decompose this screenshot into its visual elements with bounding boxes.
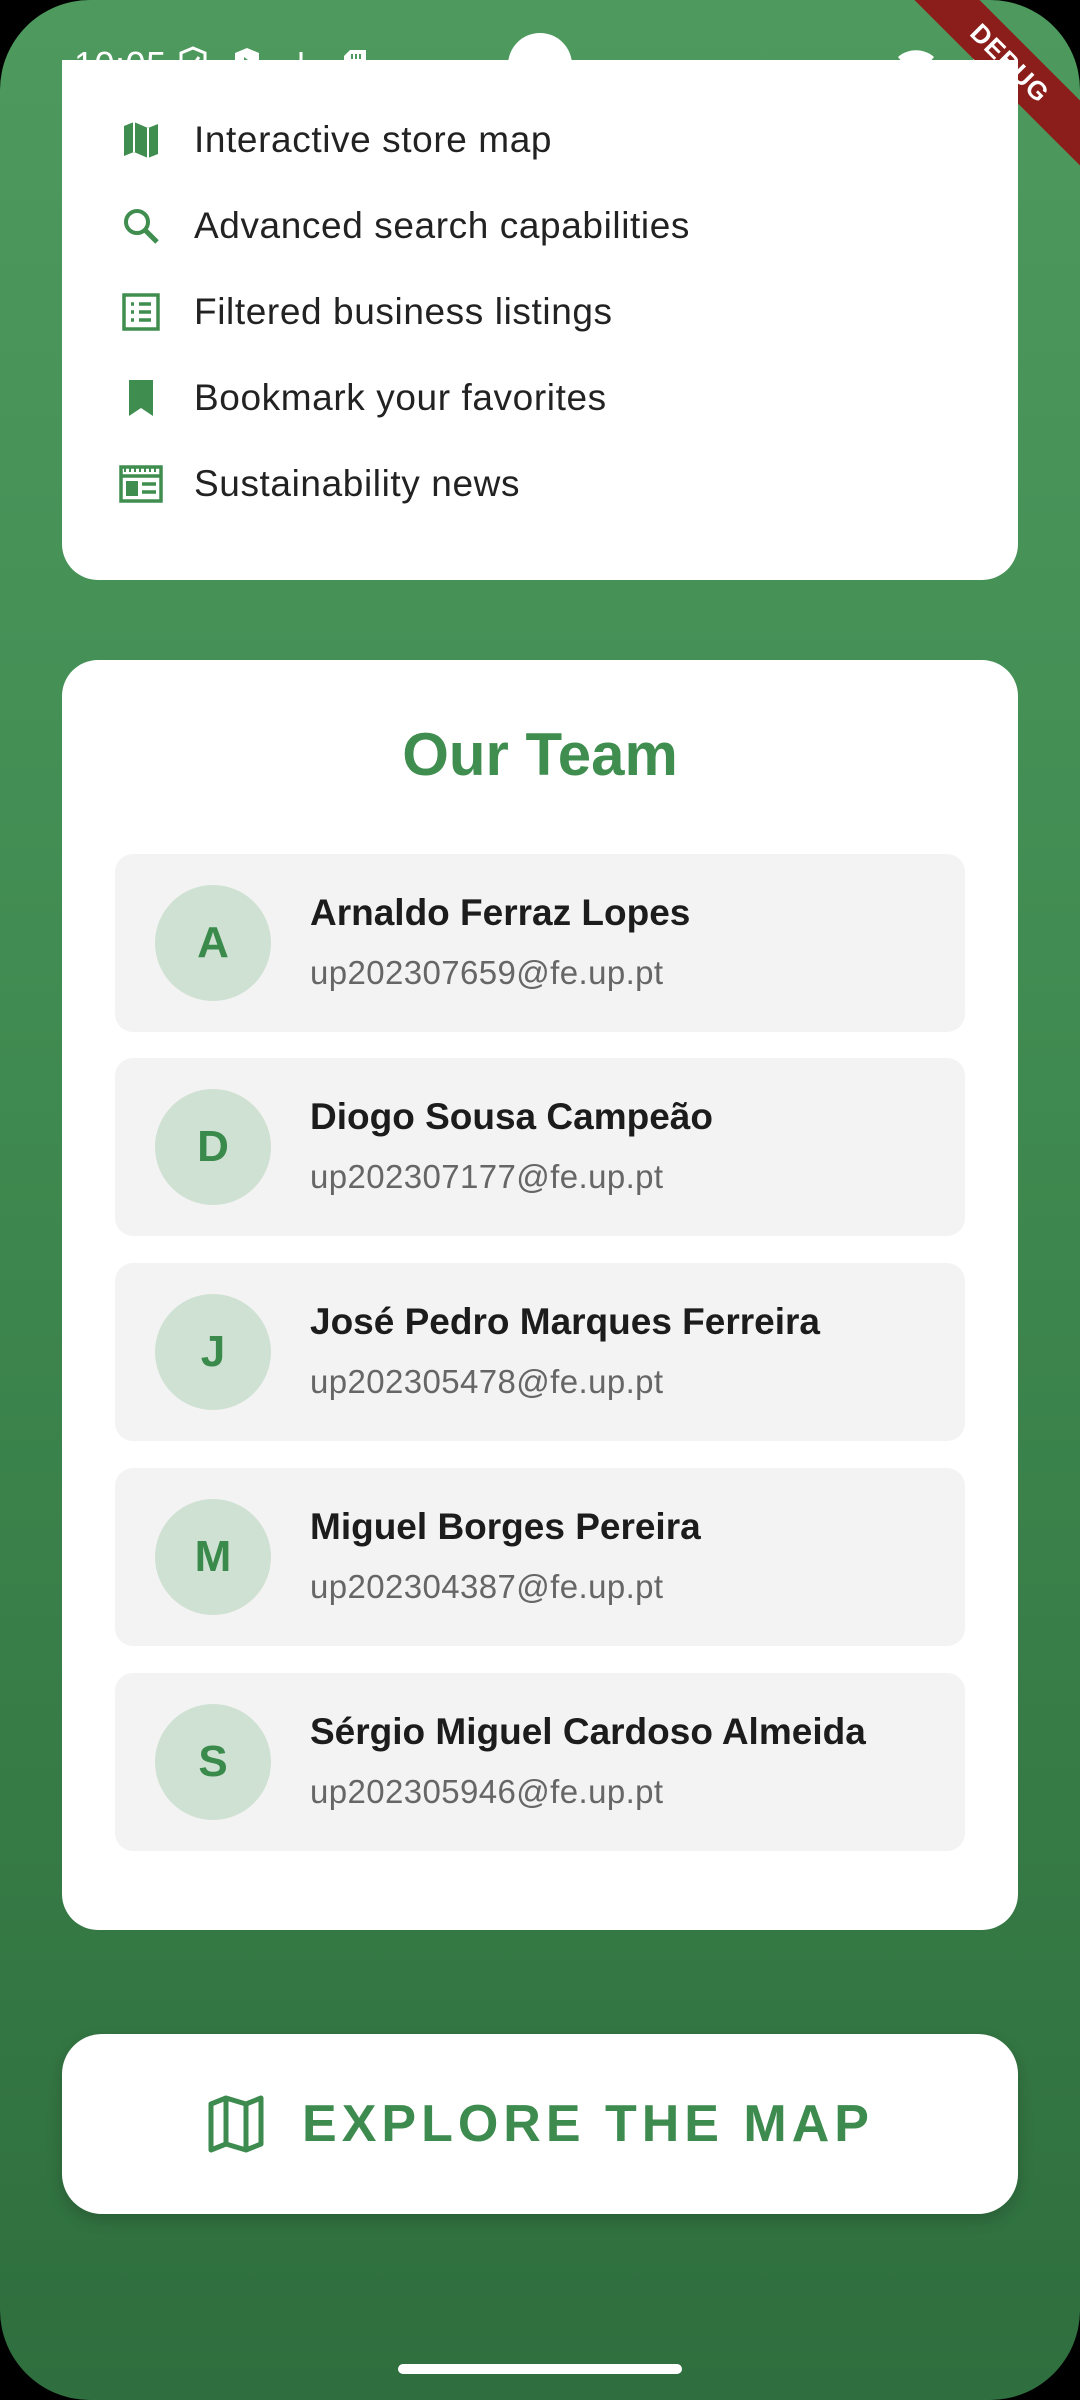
list-icon (118, 289, 164, 335)
team-member-card: M Miguel Borges Pereira up202304387@fe.u… (115, 1468, 965, 1646)
avatar: A (155, 885, 271, 1001)
feature-label: Interactive store map (194, 119, 553, 160)
member-email: up202307177@fe.up.pt (310, 1158, 664, 1195)
explore-map-label: EXPLORE THE MAP (302, 2095, 874, 2153)
team-member-card: J José Pedro Marques Ferreira up20230547… (115, 1263, 965, 1441)
map-icon (118, 117, 164, 163)
member-email: up202305946@fe.up.pt (310, 1773, 664, 1810)
member-name: Sérgio Miguel Cardoso Almeida (310, 1711, 866, 1752)
app-screen: 10:05 DEBU (0, 0, 1080, 2400)
team-title: Our Team (402, 721, 678, 788)
feature-label: Filtered business listings (194, 291, 613, 332)
member-name: Miguel Borges Pereira (310, 1506, 701, 1547)
team-member-card: A Arnaldo Ferraz Lopes up202307659@fe.up… (115, 854, 965, 1032)
bookmark-icon (118, 375, 164, 421)
avatar: S (155, 1704, 271, 1820)
feature-label: Bookmark your favorites (194, 377, 607, 418)
feature-item-bookmark: Bookmark your favorites (118, 368, 607, 428)
team-member-card: S Sérgio Miguel Cardoso Almeida up202305… (115, 1673, 965, 1851)
feature-item-store-map: Interactive store map (118, 110, 552, 170)
member-email: up202307659@fe.up.pt (310, 954, 664, 991)
feature-item-listings: Filtered business listings (118, 282, 613, 342)
feature-label: Sustainability news (194, 463, 521, 504)
map-icon (206, 2094, 266, 2154)
member-email: up202304387@fe.up.pt (310, 1568, 664, 1605)
member-email: up202305478@fe.up.pt (310, 1363, 664, 1400)
home-indicator[interactable] (398, 2364, 682, 2374)
feature-item-search: Advanced search capabilities (118, 196, 690, 256)
avatar: J (155, 1294, 271, 1410)
feature-item-news: Sustainability news (118, 454, 520, 514)
search-icon (118, 203, 164, 249)
member-name: Arnaldo Ferraz Lopes (310, 892, 691, 933)
team-card: Our Team A Arnaldo Ferraz Lopes up202307… (62, 660, 1018, 1930)
features-card: Interactive store map Advanced search ca… (62, 60, 1018, 580)
member-name: José Pedro Marques Ferreira (310, 1301, 820, 1342)
avatar: D (155, 1089, 271, 1205)
feature-label: Advanced search capabilities (194, 205, 691, 246)
team-member-card: D Diogo Sousa Campeão up202307177@fe.up.… (115, 1058, 965, 1236)
member-name: Diogo Sousa Campeão (310, 1096, 713, 1137)
explore-map-button[interactable]: EXPLORE THE MAP (62, 2034, 1018, 2214)
avatar: M (155, 1499, 271, 1615)
newspaper-icon (118, 461, 164, 507)
